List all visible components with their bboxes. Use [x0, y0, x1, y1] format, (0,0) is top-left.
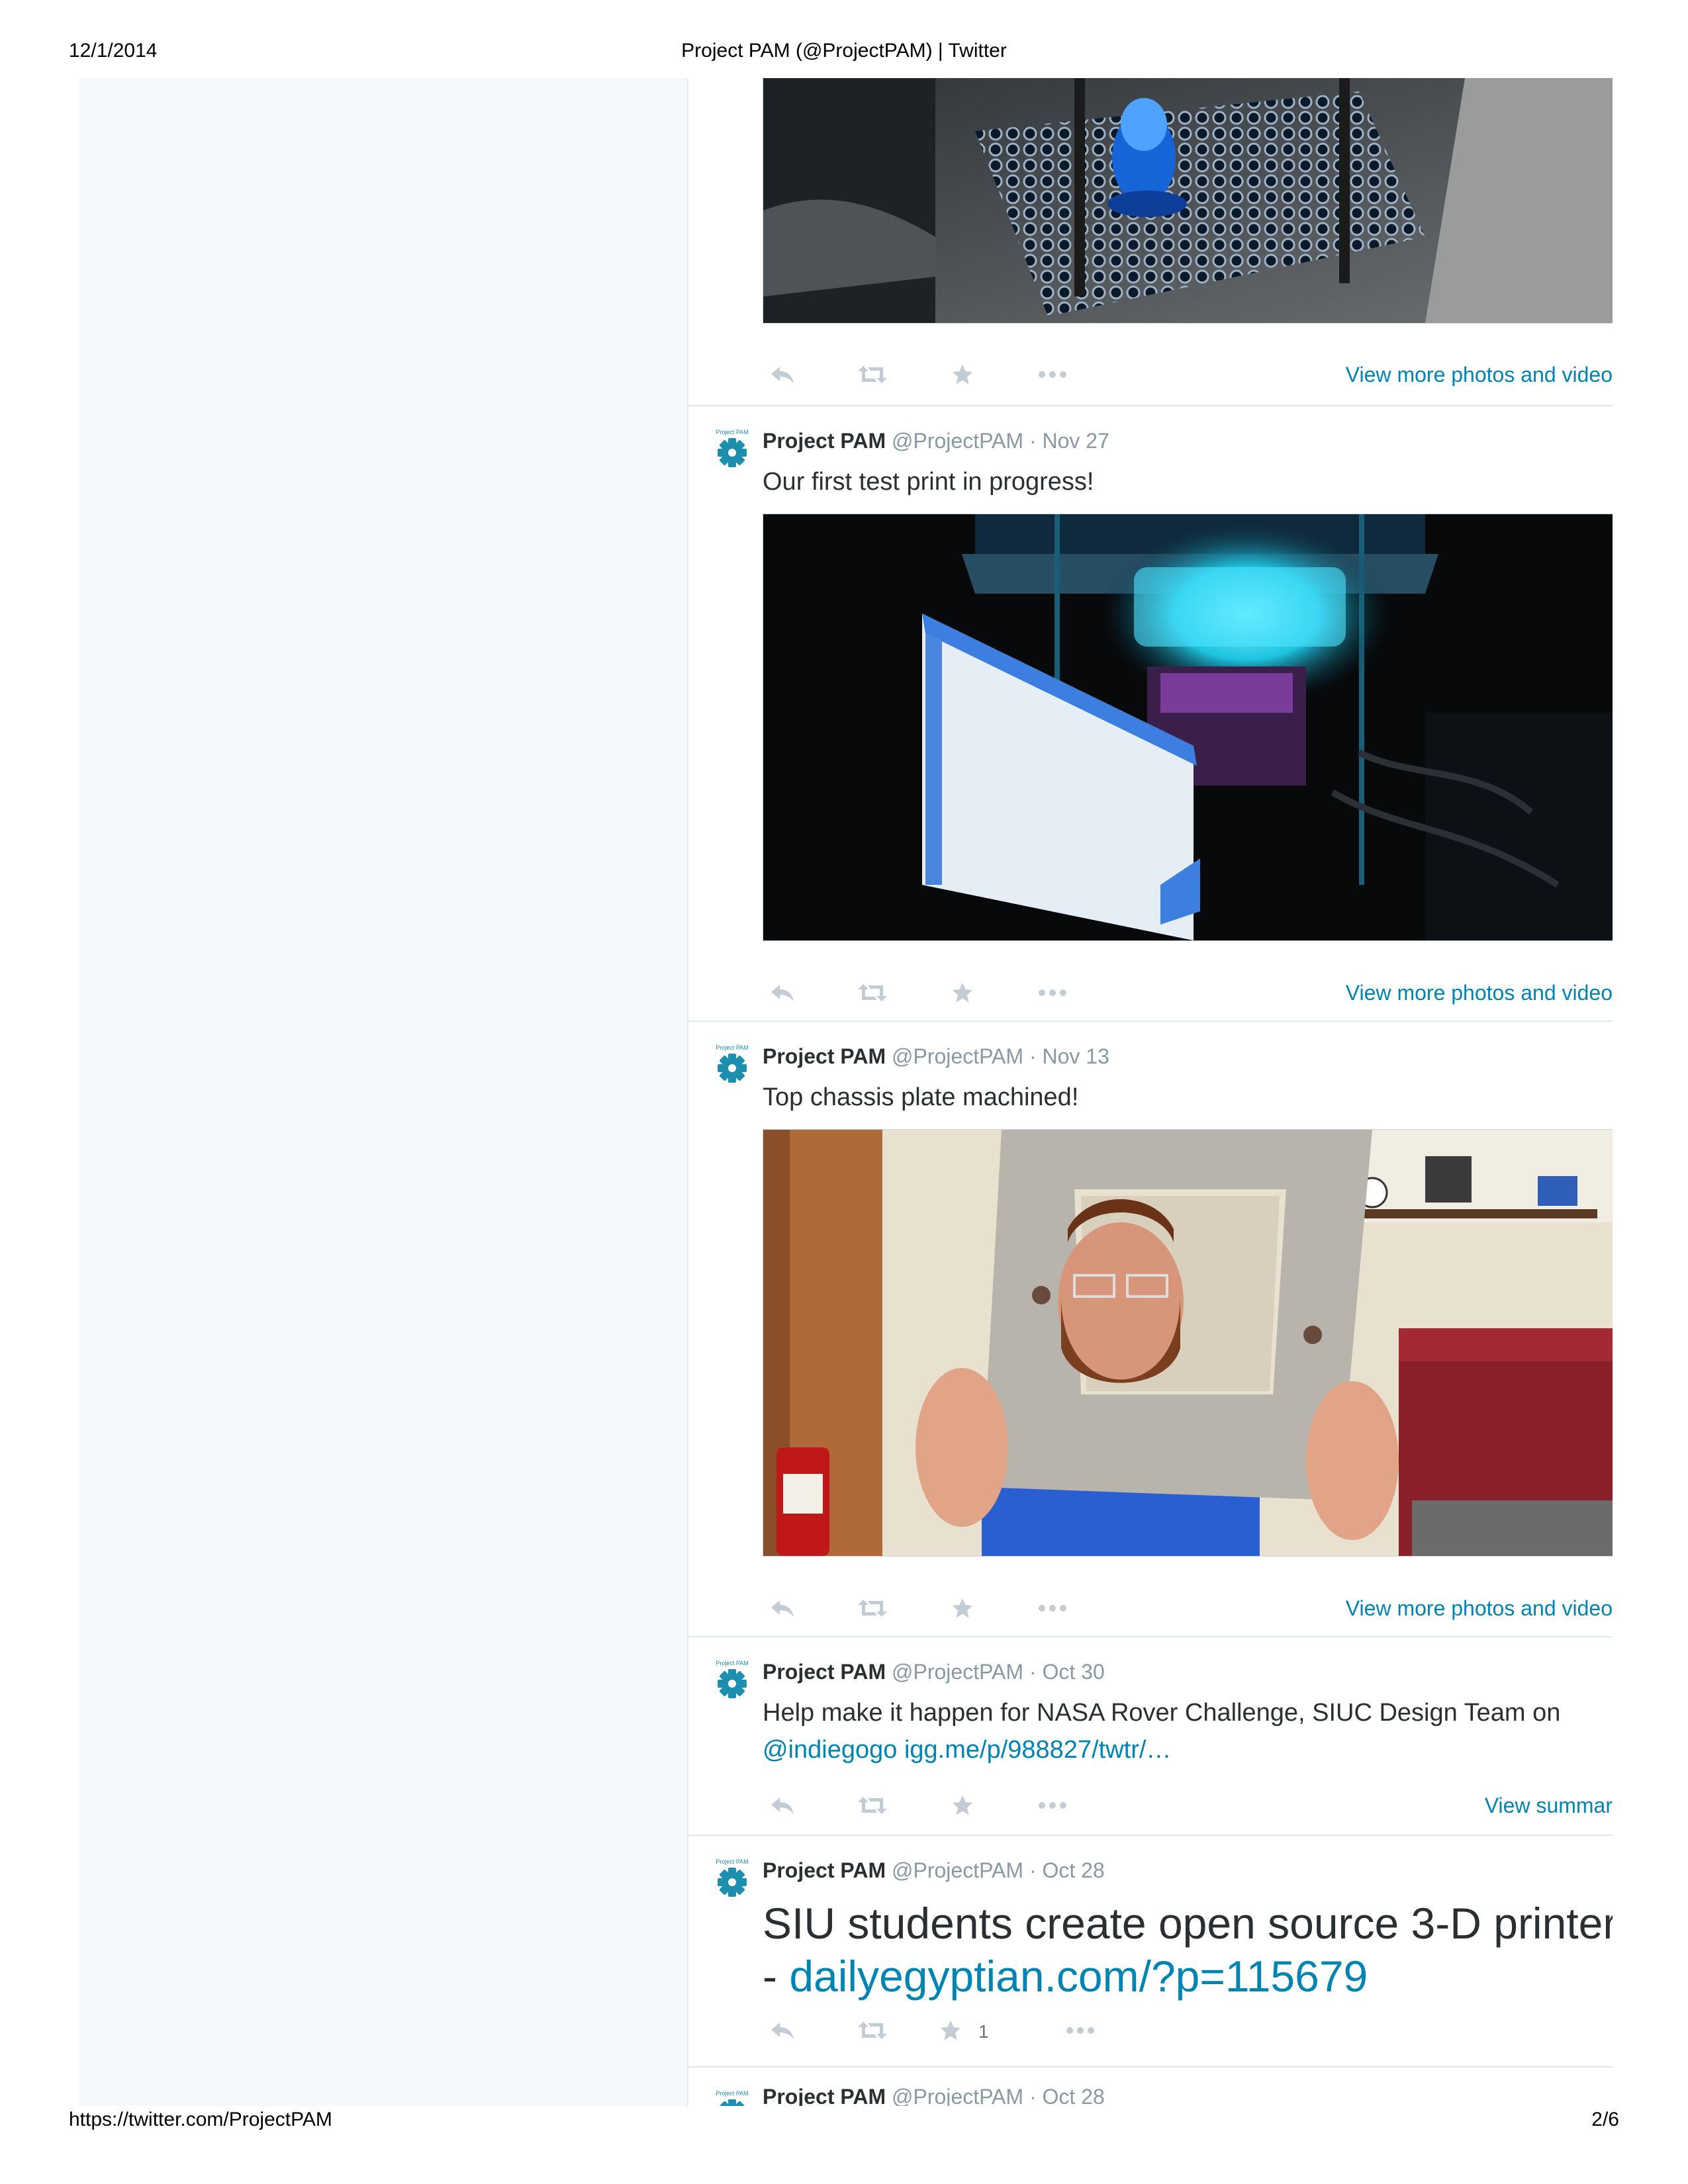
- avatar-caption: Project PAM: [716, 2090, 749, 2097]
- tweet-timestamp[interactable]: Oct 28: [1042, 1858, 1104, 1882]
- favorite-icon[interactable]: [943, 1790, 982, 1821]
- avatar[interactable]: Project PAM: [712, 1044, 752, 1084]
- gear-icon: [716, 2098, 748, 2106]
- tweet-author-name[interactable]: Project PAM: [763, 2085, 886, 2106]
- tweet-author-handle[interactable]: @ProjectPAM: [892, 429, 1023, 453]
- tweet-author-handle[interactable]: @ProjectPAM: [892, 1044, 1023, 1068]
- separator-dot: ·: [1029, 1858, 1037, 1882]
- more-icon[interactable]: [1060, 2015, 1100, 2046]
- gear-icon: [716, 1668, 748, 1700]
- print-page-title: Project PAM (@ProjectPAM) | Twitter: [681, 40, 1007, 62]
- gear-icon: [716, 1052, 748, 1084]
- separator-dot: ·: [1029, 429, 1037, 453]
- reply-icon[interactable]: [763, 977, 802, 1009]
- gear-icon: [716, 437, 748, 469]
- reply-icon[interactable]: [763, 1592, 802, 1624]
- retweet-icon[interactable]: [853, 1790, 892, 1821]
- tweet: Project PAM Project PAM @ProjectPAM · Oc…: [688, 1636, 1613, 1836]
- separator-dot: ·: [1029, 2085, 1037, 2106]
- view-more-photos-link[interactable]: View more photos and videos: [1346, 363, 1613, 387]
- avatar-caption: Project PAM: [716, 429, 749, 435]
- favorite-icon[interactable]: [943, 1592, 982, 1624]
- more-icon[interactable]: [1033, 977, 1072, 1009]
- print-url: https://twitter.com/ProjectPAM: [69, 2109, 332, 2130]
- tweet-author-handle[interactable]: @ProjectPAM: [892, 1660, 1023, 1684]
- tweet-actions: View more photos and videos: [763, 1592, 1613, 1624]
- short-link[interactable]: igg.me/p/988827/twtr/…: [904, 1736, 1171, 1764]
- favorite-count: 1: [978, 2021, 989, 2042]
- tweet-timestamp[interactable]: Nov 13: [1042, 1044, 1109, 1068]
- retweet-icon[interactable]: [853, 2015, 892, 2046]
- tweet-header: Project PAM @ProjectPAM · Oct 30: [763, 1660, 1105, 1684]
- separator-dot: ·: [1029, 1660, 1037, 1684]
- tweet-header: Project PAM @ProjectPAM · Oct 28: [763, 2085, 1105, 2106]
- tweet-author-name[interactable]: Project PAM: [763, 1660, 886, 1684]
- separator-dot: ·: [1029, 1044, 1037, 1068]
- tweet-text: Top chassis plate machined!: [763, 1083, 1079, 1111]
- tweet: Project PAM Project PAM @ProjectPAM · No…: [688, 1021, 1613, 1637]
- tweet-author-handle[interactable]: @ProjectPAM: [892, 2085, 1023, 2106]
- tweet-text: Help make it happen for NASA Rover Chall…: [763, 1694, 1613, 1768]
- favorite-icon[interactable]: [943, 977, 982, 1009]
- tweet-actions: View summary: [763, 1790, 1613, 1821]
- tweet-text: SIU students create open source 3-D prin…: [763, 1897, 1613, 2003]
- favorite-icon[interactable]: [931, 2015, 970, 2046]
- tweet-timestamp[interactable]: Nov 27: [1042, 429, 1109, 453]
- retweet-icon[interactable]: [853, 359, 892, 390]
- tweet: Project PAM Project PAM @ProjectPAM · No…: [688, 405, 1613, 1022]
- avatar-caption: Project PAM: [716, 1044, 749, 1051]
- view-more-photos-link[interactable]: View more photos and videos: [1346, 1596, 1613, 1621]
- tweet-author-name[interactable]: Project PAM: [763, 1044, 886, 1068]
- view-summary-link[interactable]: View summary: [1485, 1794, 1613, 1818]
- favorite-icon[interactable]: [943, 359, 982, 390]
- tweet: View more photos and videos: [688, 78, 1613, 406]
- tweet-actions: View more photos and videos: [763, 359, 1613, 390]
- avatar[interactable]: Project PAM: [712, 1858, 752, 1898]
- timeline-stream: View more photos and videos Project PAM …: [687, 78, 1613, 2106]
- retweet-icon[interactable]: [853, 1592, 892, 1624]
- tweet-text-line: SIU students create open source 3-D prin…: [763, 1899, 1613, 1948]
- tweet-timestamp[interactable]: Oct 30: [1042, 1660, 1104, 1684]
- mention-link[interactable]: @indiegogo: [763, 1736, 897, 1764]
- more-icon[interactable]: [1033, 1790, 1072, 1821]
- tweet-author-name[interactable]: Project PAM: [763, 429, 886, 453]
- view-more-photos-link[interactable]: View more photos and videos: [1346, 981, 1613, 1005]
- tweet-actions: 1: [763, 2015, 1613, 2046]
- avatar[interactable]: Project PAM: [712, 429, 752, 469]
- tweet-header: Project PAM @ProjectPAM · Nov 27: [763, 429, 1109, 453]
- more-icon[interactable]: [1033, 359, 1072, 390]
- more-icon[interactable]: [1033, 1592, 1072, 1624]
- print-page-number: 2/6: [1591, 2109, 1619, 2130]
- tweet-text-dash: -: [763, 1952, 790, 2001]
- tweet-timestamp[interactable]: Oct 28: [1042, 2085, 1104, 2106]
- tweet-text: Our first test print in progress!: [763, 468, 1094, 496]
- avatar-caption: Project PAM: [716, 1660, 749, 1666]
- tweet-photo-chassis-plate[interactable]: [763, 1129, 1613, 1557]
- page-background: View more photos and videos Project PAM …: [79, 78, 1613, 2106]
- tweet-text-line: Help make it happen for NASA Rover Chall…: [763, 1699, 1561, 1727]
- tweet-author-name[interactable]: Project PAM: [763, 1858, 886, 1882]
- avatar[interactable]: Project PAM: [712, 1660, 752, 1700]
- tweet: Project PAM Project PAM @ProjectPAM · Oc…: [688, 2066, 1613, 2106]
- tweet-author-handle[interactable]: @ProjectPAM: [892, 1858, 1023, 1882]
- avatar-caption: Project PAM: [716, 1858, 749, 1865]
- reply-icon[interactable]: [763, 1790, 802, 1821]
- tweet-photo-test-print[interactable]: [763, 514, 1613, 941]
- reply-icon[interactable]: [763, 2015, 802, 2046]
- tweet-photo-3d-printer-build-plate[interactable]: [763, 78, 1613, 324]
- avatar[interactable]: Project PAM: [712, 2090, 752, 2106]
- tweet-header: Project PAM @ProjectPAM · Nov 13: [763, 1044, 1109, 1069]
- retweet-icon[interactable]: [853, 977, 892, 1009]
- tweet-header: Project PAM @ProjectPAM · Oct 28: [763, 1858, 1105, 1883]
- reply-icon[interactable]: [763, 359, 802, 390]
- gear-icon: [716, 1866, 748, 1898]
- article-link[interactable]: dailyegyptian.com/?p=115679: [789, 1952, 1368, 2001]
- tweet: Project PAM Project PAM @ProjectPAM · Oc…: [688, 1835, 1613, 2068]
- tweet-actions: View more photos and videos: [763, 977, 1613, 1009]
